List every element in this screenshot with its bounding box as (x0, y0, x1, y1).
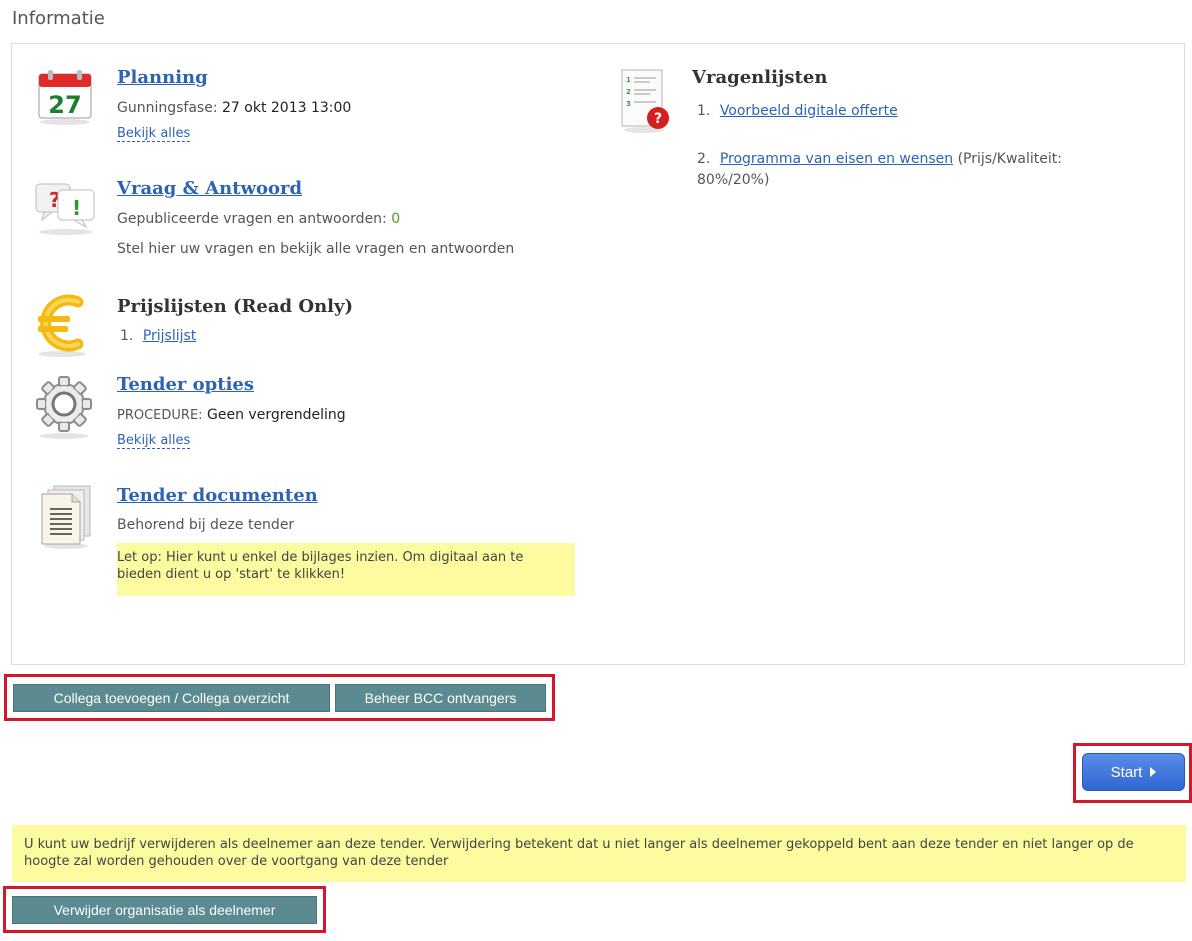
svg-text:2: 2 (626, 88, 631, 96)
questionnaire-item-2-number: 2. (697, 151, 711, 167)
tender-documents-note: Let op: Hier kunt u enkel de bijlages in… (117, 543, 575, 596)
tender-options-procedure: PROCEDURE: Geen vergrendeling (117, 407, 346, 423)
tender-documents-subtitle: Behorend bij deze tender (117, 517, 295, 533)
questionnaire-item-2: 2. Programma van eisen en wensen (Prijs/… (697, 149, 1127, 191)
calendar-day: 27 (48, 91, 81, 119)
qa-description: Stel hier uw vragen en bekijk alle vrage… (117, 241, 515, 257)
planning-link[interactable]: Planning (117, 67, 208, 88)
qa-published: Gepubliceerde vragen en antwoorden: 0 (117, 211, 400, 227)
calendar-icon: 27 (36, 68, 94, 126)
planning-phase-label: Gunningsfase: (117, 100, 218, 116)
tender-documents-link[interactable]: Tender documenten (117, 485, 318, 506)
svg-text:3: 3 (626, 100, 631, 108)
start-button[interactable]: Start (1082, 753, 1185, 791)
manage-bcc-button[interactable]: Beheer BCC ontvangers (335, 684, 546, 712)
pricelist-link[interactable]: Prijslijst (143, 328, 196, 344)
tender-options-link[interactable]: Tender opties (117, 374, 254, 395)
svg-text:!: ! (72, 196, 81, 220)
qa-published-count: 0 (391, 211, 401, 227)
pricelists-title: Prijslijsten (Read Only) (117, 296, 353, 317)
planning-phase-value: 27 okt 2013 13:00 (222, 100, 352, 116)
tender-options-procedure-value: Geen vergrendeling (207, 407, 346, 423)
pricelist-item: 1. Prijslijst (120, 328, 196, 344)
questionnaires-title: Vragenlijsten (692, 67, 828, 88)
remove-participant-note: U kunt uw bedrijf verwijderen als deelne… (12, 825, 1186, 882)
qa-published-label: Gepubliceerde vragen en antwoorden: (117, 211, 387, 227)
euro-icon (34, 290, 92, 358)
arrow-right-icon (1150, 767, 1157, 777)
qa-link[interactable]: Vraag & Antwoord (117, 178, 302, 199)
pricelist-item-number: 1. (120, 328, 134, 344)
planning-phase: Gunningsfase: 27 okt 2013 13:00 (117, 100, 351, 116)
questionnaire-item-1: 1. Voorbeeld digitale offerte (697, 103, 898, 119)
tender-options-view-all-link[interactable]: Bekijk alles (117, 433, 191, 449)
checklist-icon: 1 2 3 ? (620, 68, 670, 134)
questionnaire-link-1[interactable]: Voorbeeld digitale offerte (720, 103, 898, 119)
planning-view-all-link[interactable]: Bekijk alles (117, 126, 191, 142)
tender-options-procedure-label: PROCEDURE: (117, 408, 203, 423)
remove-organisation-button[interactable]: Verwijder organisatie als deelnemer (12, 896, 317, 924)
svg-text:?: ? (654, 111, 662, 127)
start-button-label: Start (1110, 763, 1143, 781)
svg-text:1: 1 (626, 76, 631, 84)
questionnaire-link-2[interactable]: Programma van eisen en wensen (720, 151, 953, 167)
questionnaire-item-1-number: 1. (697, 103, 711, 119)
page-title: Informatie (12, 8, 105, 29)
question-answer-icon: ? ! (34, 178, 98, 236)
document-icon (38, 484, 96, 550)
add-colleague-button[interactable]: Collega toevoegen / Collega overzicht (13, 684, 330, 712)
gear-icon (34, 372, 94, 440)
